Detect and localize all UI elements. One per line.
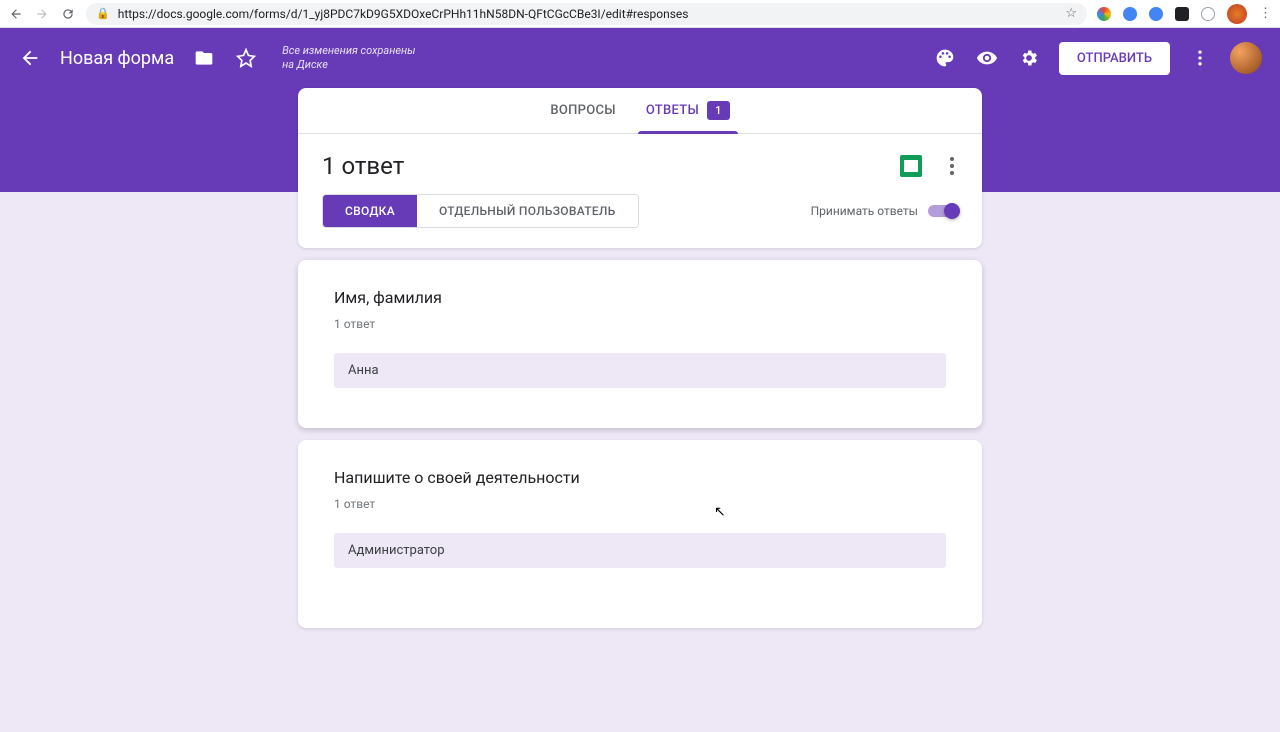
question-title: Имя, фамилия [334,288,946,307]
palette-icon[interactable] [933,46,957,70]
save-status: Все изменения сохранены на Диске [282,44,415,73]
preview-eye-icon[interactable] [975,46,999,70]
responses-more-icon[interactable] [946,153,958,179]
tab-responses[interactable]: ОТВЕТЫ 1 [646,88,730,133]
question-response-count: 1 ответ [334,317,946,331]
browser-avatar[interactable] [1227,4,1247,24]
browser-menu-icon[interactable]: ⋮ [1259,6,1272,21]
response-value: Анна [334,353,946,388]
page-body: ВОПРОСЫ ОТВЕТЫ 1 1 ответ СВОДКА ОТДЕЛЬНЫ… [0,192,1280,732]
form-title[interactable]: Новая форма [60,48,174,69]
ext-icon-4[interactable] [1175,7,1189,21]
ext-icon-2[interactable] [1123,7,1137,21]
tab-responses-label: ОТВЕТЫ [646,103,699,118]
sheets-icon[interactable] [900,155,922,177]
settings-gear-icon[interactable] [1017,46,1041,70]
browser-extensions: ⋮ [1097,4,1272,24]
url-text: https://docs.google.com/forms/d/1_yj8PDC… [118,7,689,21]
user-avatar[interactable] [1230,42,1262,74]
segment-individual[interactable]: ОТДЕЛЬНЫЙ ПОЛЬЗОВАТЕЛЬ [417,195,638,227]
send-button[interactable]: ОТПРАВИТЬ [1059,42,1170,75]
question-card-2: Напишите о своей деятельности 1 ответ Ад… [298,440,982,628]
star-icon[interactable]: ☆ [1065,6,1077,21]
address-bar[interactable]: 🔒 https://docs.google.com/forms/d/1_yj8P… [86,3,1087,25]
question-card-1: Имя, фамилия 1 ответ Анна [298,260,982,428]
response-value: Администратор [334,533,946,568]
browser-back-icon[interactable] [8,6,24,22]
question-response-count: 1 ответ [334,497,946,511]
responses-count-title: 1 ответ [322,152,900,180]
lock-icon: 🔒 [96,7,110,20]
browser-chrome: 🔒 https://docs.google.com/forms/d/1_yj8P… [0,0,1280,28]
accept-responses-label: Принимать ответы [811,204,918,218]
back-arrow-icon[interactable] [18,46,42,70]
responses-header-card: ВОПРОСЫ ОТВЕТЫ 1 1 ответ СВОДКА ОТДЕЛЬНЫ… [298,88,982,248]
responses-count-badge: 1 [707,101,730,120]
accept-responses-toggle[interactable] [928,205,958,217]
more-vert-icon[interactable] [1188,46,1212,70]
folder-icon[interactable] [192,46,216,70]
view-segmented-control: СВОДКА ОТДЕЛЬНЫЙ ПОЛЬЗОВАТЕЛЬ [322,194,639,228]
tab-questions[interactable]: ВОПРОСЫ [550,88,616,133]
browser-reload-icon[interactable] [60,6,76,22]
tab-bar: ВОПРОСЫ ОТВЕТЫ 1 [298,88,982,134]
question-title: Напишите о своей деятельности [334,468,946,487]
segment-summary[interactable]: СВОДКА [323,195,417,227]
ext-icon-3[interactable] [1149,7,1163,21]
star-outline-icon[interactable] [234,46,258,70]
browser-forward-icon[interactable] [34,6,50,22]
ext-icon-5[interactable] [1201,7,1215,21]
ext-icon-1[interactable] [1097,7,1111,21]
